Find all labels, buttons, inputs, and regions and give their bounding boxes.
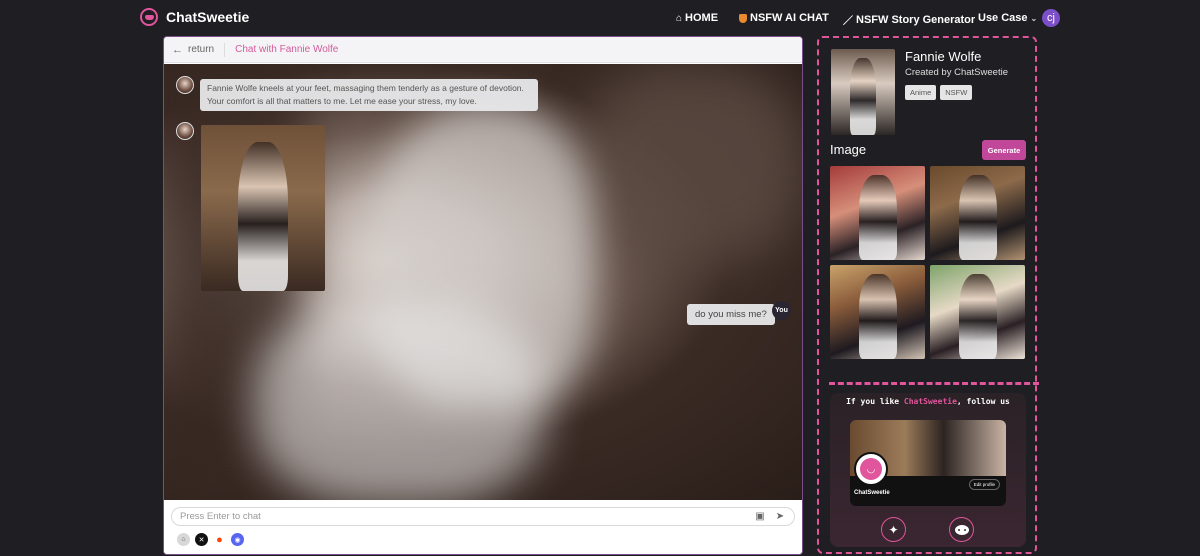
home-icon: ⌂ bbox=[676, 12, 683, 24]
nav-use-case-dropdown[interactable]: Use Case ⌄ bbox=[978, 12, 1037, 24]
tag[interactable]: Anime bbox=[905, 85, 937, 100]
character-creator: Created by ChatSweetie bbox=[905, 67, 1008, 78]
brand[interactable]: ChatSweetie bbox=[140, 8, 249, 26]
background-blur bbox=[584, 64, 802, 264]
image-gallery bbox=[830, 166, 1027, 359]
top-nav: ChatSweetie ⌂ HOME NSFW AI CHAT ／ NSFW S… bbox=[0, 0, 1200, 36]
return-label: return bbox=[188, 44, 215, 55]
chat-messages-area[interactable]: Fannie Wolfe kneels at your feet, massag… bbox=[164, 64, 802, 500]
character-name: Fannie Wolfe bbox=[905, 49, 982, 64]
share-row: ⌂ ✕ ● ◉ bbox=[177, 533, 244, 546]
share-icon[interactable]: ⌂ bbox=[177, 533, 190, 546]
gallery-image[interactable] bbox=[830, 166, 925, 260]
follow-box: If you like ChatSweetie, follow us ◡ Edi… bbox=[830, 393, 1026, 547]
gallery-image[interactable] bbox=[830, 265, 925, 359]
reddit-icon[interactable]: ● bbox=[213, 533, 226, 546]
user-badge: You bbox=[772, 301, 791, 320]
x-icon[interactable]: ✕ bbox=[195, 533, 208, 546]
arrow-left-icon: ← bbox=[172, 43, 183, 56]
character-tags: Anime NSFW bbox=[905, 85, 973, 100]
header-divider bbox=[224, 42, 226, 57]
chat-header: ← return Chat with Fannie Wolfe bbox=[164, 37, 802, 63]
gallery-figure bbox=[858, 175, 897, 260]
background-blur bbox=[254, 304, 544, 500]
character-thumbnail[interactable] bbox=[831, 49, 895, 135]
reddit-icon bbox=[954, 524, 969, 535]
twitter-profile-card[interactable]: ◡ Edit profile ChatSweetie bbox=[850, 420, 1006, 506]
chat-title: Chat with Fannie Wolfe bbox=[235, 44, 339, 55]
follow-suffix: , follow us bbox=[956, 397, 1010, 406]
chevron-down-icon: ⌄ bbox=[1030, 13, 1038, 23]
nav-home-link[interactable]: ⌂ HOME bbox=[676, 12, 718, 24]
nav-story-label: NSFW Story Generator bbox=[856, 13, 976, 26]
tag[interactable]: NSFW bbox=[940, 85, 973, 100]
reddit-button[interactable] bbox=[949, 517, 974, 542]
nav-nsfw-chat-link[interactable]: NSFW AI CHAT bbox=[739, 12, 829, 24]
brand-name: ChatSweetie bbox=[166, 9, 250, 25]
profile-picture: ◡ bbox=[854, 452, 888, 486]
discord-icon[interactable]: ◉ bbox=[231, 533, 244, 546]
user-avatar[interactable]: cj bbox=[1042, 9, 1060, 27]
character-avatar[interactable] bbox=[176, 122, 194, 140]
profile-name: ChatSweetie bbox=[854, 490, 890, 496]
pen-icon: ／ bbox=[843, 16, 853, 27]
gallery-image[interactable] bbox=[930, 166, 1025, 260]
return-button[interactable]: ← return bbox=[172, 44, 214, 56]
character-image bbox=[850, 57, 876, 135]
chat-input-wrapper: ▣ ➤ bbox=[171, 507, 795, 526]
generate-button[interactable]: Generate bbox=[982, 140, 1026, 160]
gallery-image[interactable] bbox=[930, 265, 1025, 359]
image-section-title: Image bbox=[830, 142, 867, 157]
panel-divider bbox=[829, 382, 1039, 385]
follow-text: If you like ChatSweetie, follow us bbox=[830, 397, 1026, 406]
nav-nsfw-chat-label: NSFW AI CHAT bbox=[750, 12, 829, 24]
chat-panel: ← return Chat with Fannie Wolfe Fannie W… bbox=[163, 36, 803, 555]
bot-image-message[interactable] bbox=[201, 125, 325, 291]
send-icon[interactable]: ➤ bbox=[774, 511, 786, 522]
chat-input[interactable] bbox=[180, 511, 754, 522]
follow-prefix: If you like bbox=[846, 397, 904, 406]
user-message: do you miss me? bbox=[687, 304, 775, 325]
nav-home-label: HOME bbox=[685, 12, 719, 24]
nav-use-case-label: Use Case bbox=[978, 12, 1028, 24]
lips-logo-icon bbox=[140, 8, 158, 26]
bot-message: Fannie Wolfe kneels at your feet, massag… bbox=[200, 79, 538, 111]
gallery-figure bbox=[858, 274, 897, 359]
image-icon[interactable]: ▣ bbox=[754, 511, 766, 522]
shield-icon bbox=[739, 13, 747, 23]
edit-profile-button: Edit profile bbox=[968, 479, 1000, 490]
lips-logo-icon: ◡ bbox=[860, 458, 882, 480]
chat-footer: ▣ ➤ ⌂ ✕ ● ◉ bbox=[164, 500, 802, 554]
twitter-icon: ✦ bbox=[888, 522, 899, 537]
character-avatar[interactable] bbox=[176, 76, 194, 94]
gallery-figure bbox=[958, 175, 997, 260]
character-panel: Fannie Wolfe Created by ChatSweetie Anim… bbox=[817, 36, 1037, 554]
gallery-figure bbox=[958, 274, 997, 359]
twitter-button[interactable]: ✦ bbox=[881, 517, 906, 542]
follow-brand: ChatSweetie bbox=[903, 397, 957, 406]
character-image bbox=[238, 141, 288, 291]
nav-story-generator-link[interactable]: ／ NSFW Story Generator bbox=[843, 12, 976, 28]
